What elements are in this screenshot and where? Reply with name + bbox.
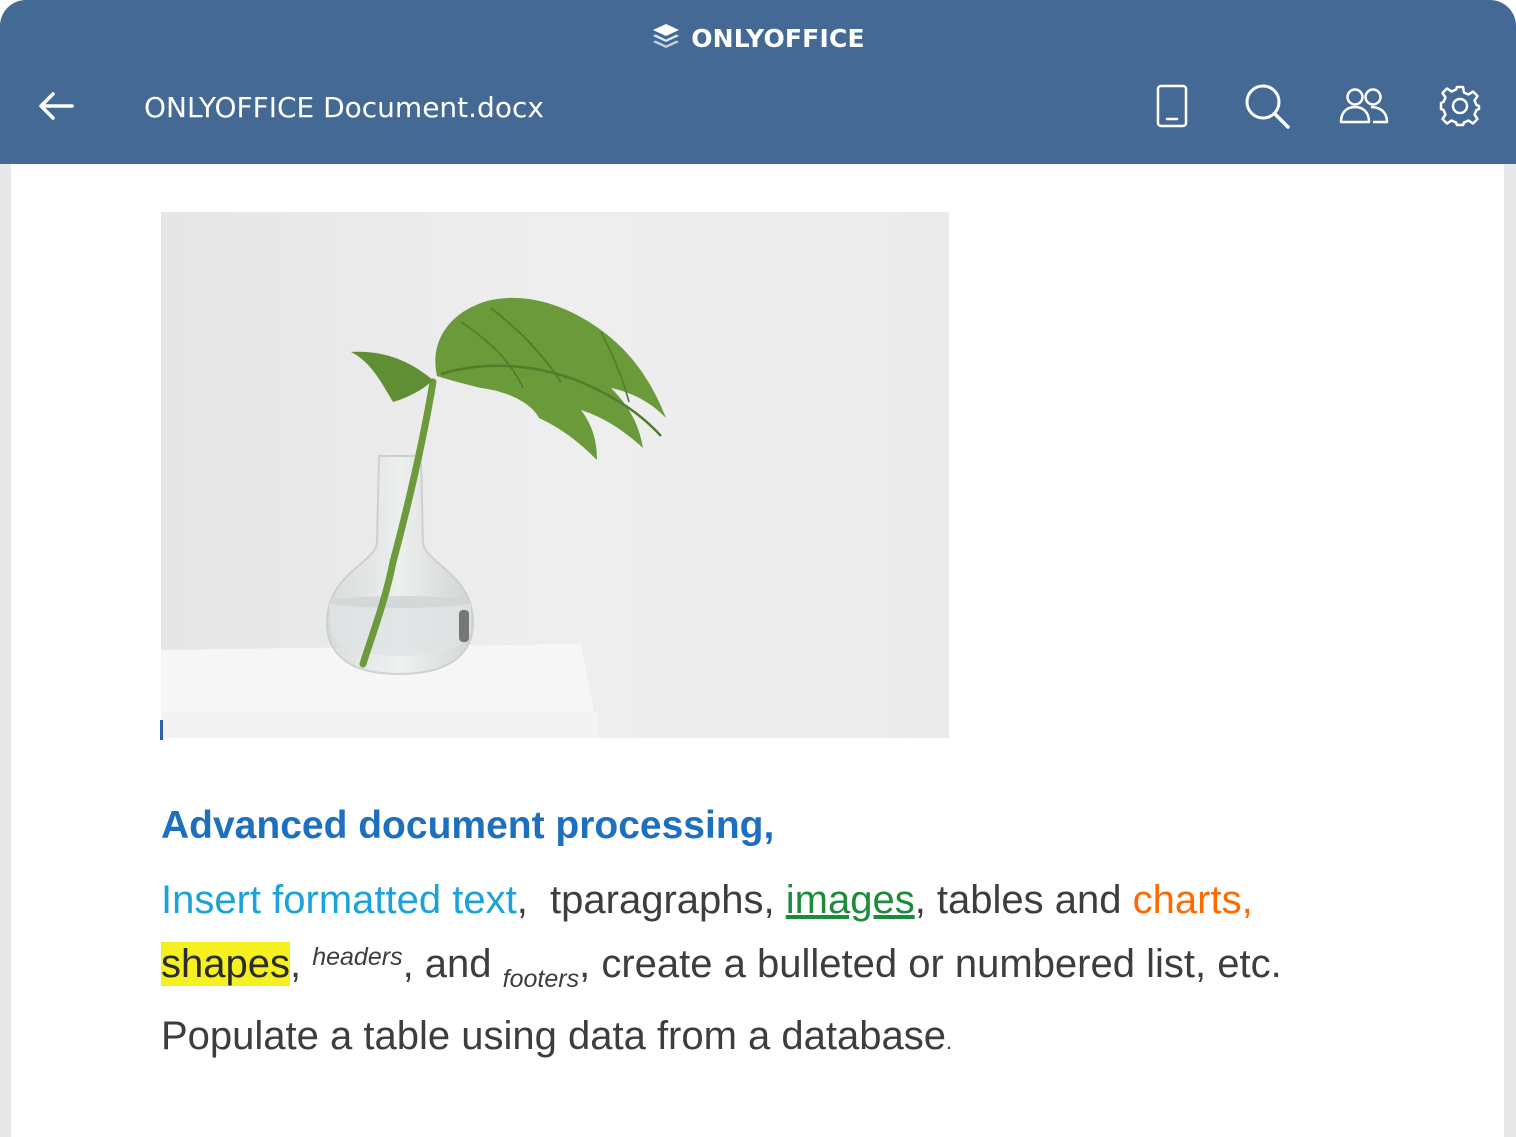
subscript-text-run: footers [502,965,580,993]
app-header: ONLYOFFICE ONLYOFFICE Document.docx [0,0,1516,164]
document-paragraph[interactable]: Insert formatted text, tparagraphs, imag… [161,872,1461,1070]
users-icon [1338,86,1390,131]
brand-name: ONLYOFFICE [691,23,865,53]
paragraph-line-1: Insert formatted text, tparagraphs, imag… [161,872,1461,929]
paragraph-line-2: shapes, headers, and footers, create a b… [161,929,1461,1008]
text-run: tparagraphs, [550,878,786,922]
document-title: ONLYOFFICE Document.docx [144,91,544,124]
toolbar: ONLYOFFICE Document.docx [0,72,1516,144]
superscript-text-run: headers [312,943,403,971]
text-run: , [289,942,313,986]
plant-in-vase-image[interactable] [161,212,949,738]
search-icon [1243,82,1291,135]
app-window: ONLYOFFICE ONLYOFFICE Document.docx Adva… [0,0,1516,1137]
document-page[interactable]: Advanced document processing, Insert for… [11,164,1504,1137]
document-heading[interactable]: Advanced document processing, [161,804,774,848]
back-button[interactable] [28,86,84,130]
highlighted-text-run: shapes [161,942,290,986]
phone-icon [1155,84,1189,133]
text-run: , [516,878,551,922]
text-run: . [946,1029,953,1054]
arrow-left-icon [36,90,76,127]
search-button[interactable] [1237,82,1297,134]
images-link-run: images [785,878,915,922]
settings-button[interactable] [1430,82,1490,134]
charts-text-run: charts, [1132,878,1253,922]
paragraph-line-3: Populate a table using data from a datab… [161,1008,1461,1070]
collaboration-button[interactable] [1334,82,1394,134]
gear-icon [1438,84,1482,133]
text-run: , and [402,942,503,986]
formatted-text-run: Insert formatted text [161,878,517,922]
text-run: , create a bulleted or numbered list, et… [579,942,1282,986]
mobile-view-button[interactable] [1142,82,1202,134]
text-run: Populate a table using data from a datab… [161,1014,946,1058]
brand-logo: ONLYOFFICE [0,20,1516,56]
text-cursor [160,720,163,740]
layers-logo-icon [651,21,681,56]
text-run: , tables and [914,878,1133,922]
